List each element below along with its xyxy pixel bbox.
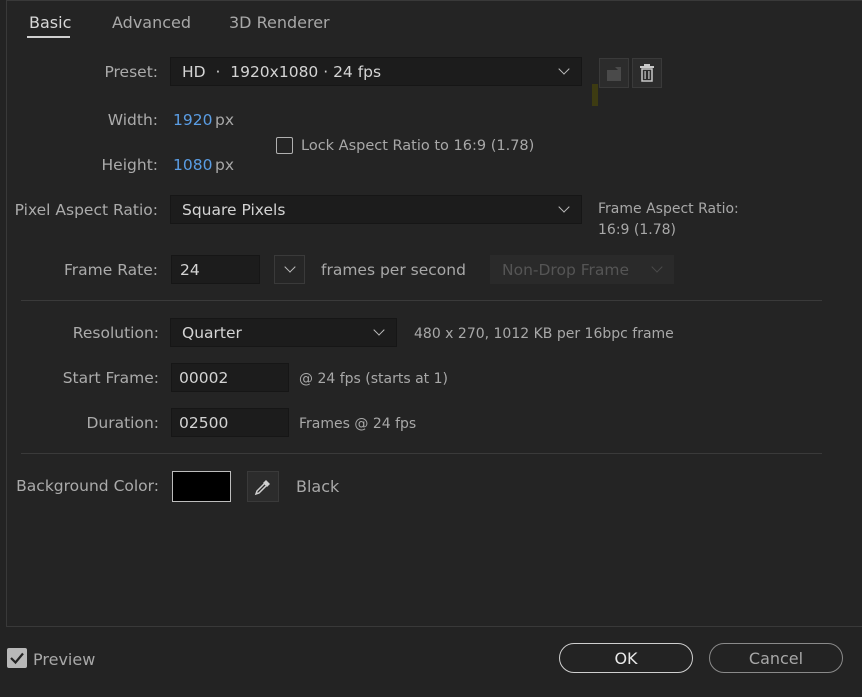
pixel-aspect-label: Pixel Aspect Ratio:: [14, 201, 158, 219]
divider: [21, 453, 822, 454]
width-label: Width:: [107, 111, 158, 129]
start-frame-input[interactable]: 00002: [171, 363, 289, 392]
delete-preset-button[interactable]: [632, 58, 662, 88]
frame-aspect-label: Frame Aspect Ratio:: [598, 201, 739, 217]
resolution-label: Resolution:: [72, 324, 159, 342]
tab-advanced[interactable]: Advanced: [112, 13, 191, 32]
frame-rate-label: Frame Rate:: [64, 261, 158, 279]
background-color-label: Background Color:: [16, 477, 159, 495]
divider: [21, 300, 822, 301]
resolution-info: 480 x 270, 1012 KB per 16bpc frame: [414, 326, 674, 342]
frame-aspect-value: 16:9 (1.78): [598, 222, 676, 238]
preset-value: HD · 1920x1080 · 24 fps: [182, 62, 382, 81]
resolution-dropdown[interactable]: Quarter: [170, 318, 397, 347]
start-frame-label: Start Frame:: [62, 369, 159, 387]
preview-checkbox[interactable]: [7, 648, 27, 668]
height-value[interactable]: 1080: [173, 156, 212, 174]
resolution-value: Quarter: [182, 323, 242, 342]
cancel-button[interactable]: Cancel: [709, 643, 843, 673]
height-label: Height:: [101, 156, 158, 174]
lock-aspect-checkbox[interactable]: [276, 137, 293, 154]
drop-frame-value: Non-Drop Frame: [502, 260, 630, 279]
pixel-aspect-value: Square Pixels: [182, 200, 286, 219]
lock-aspect-label: Lock Aspect Ratio to 16:9 (1.78): [301, 138, 535, 154]
chevron-down-icon: [284, 261, 296, 273]
pixel-aspect-dropdown[interactable]: Square Pixels: [170, 195, 582, 224]
height-unit: px: [215, 156, 235, 174]
frame-rate-dropdown-button[interactable]: [274, 255, 305, 284]
background-color-name: Black: [296, 477, 340, 496]
preset-label: Preset:: [104, 63, 158, 81]
resize-handle: [592, 84, 598, 106]
duration-input[interactable]: 02500: [171, 408, 289, 437]
background-color-swatch[interactable]: [172, 471, 231, 502]
preview-label: Preview: [33, 650, 96, 669]
active-tab-indicator: [27, 36, 70, 38]
eyedropper-button[interactable]: [247, 471, 279, 502]
width-value[interactable]: 1920: [173, 111, 212, 129]
chevron-down-icon: [373, 324, 385, 336]
chevron-down-icon: [558, 63, 570, 75]
start-frame-info: @ 24 fps (starts at 1): [299, 371, 448, 387]
duration-label: Duration:: [86, 414, 159, 432]
chevron-down-icon: [651, 261, 663, 273]
trash-icon: [640, 64, 654, 82]
settings-panel: [6, 0, 862, 627]
tab-3d-renderer[interactable]: 3D Renderer: [229, 13, 330, 32]
preset-dropdown[interactable]: HD · 1920x1080 · 24 fps: [170, 57, 582, 86]
frame-rate-input[interactable]: 24: [171, 255, 260, 284]
save-preset-icon: [607, 67, 621, 81]
eyedropper-icon: [254, 479, 270, 495]
frame-rate-unit: frames per second: [321, 261, 466, 279]
checkmark-icon: [10, 652, 24, 665]
ok-button[interactable]: OK: [559, 643, 693, 673]
tab-basic[interactable]: Basic: [29, 13, 71, 32]
width-unit: px: [215, 111, 235, 129]
duration-info: Frames @ 24 fps: [299, 416, 417, 432]
drop-frame-dropdown: Non-Drop Frame: [490, 255, 674, 284]
chevron-down-icon: [558, 201, 570, 213]
save-preset-button[interactable]: [599, 58, 629, 88]
